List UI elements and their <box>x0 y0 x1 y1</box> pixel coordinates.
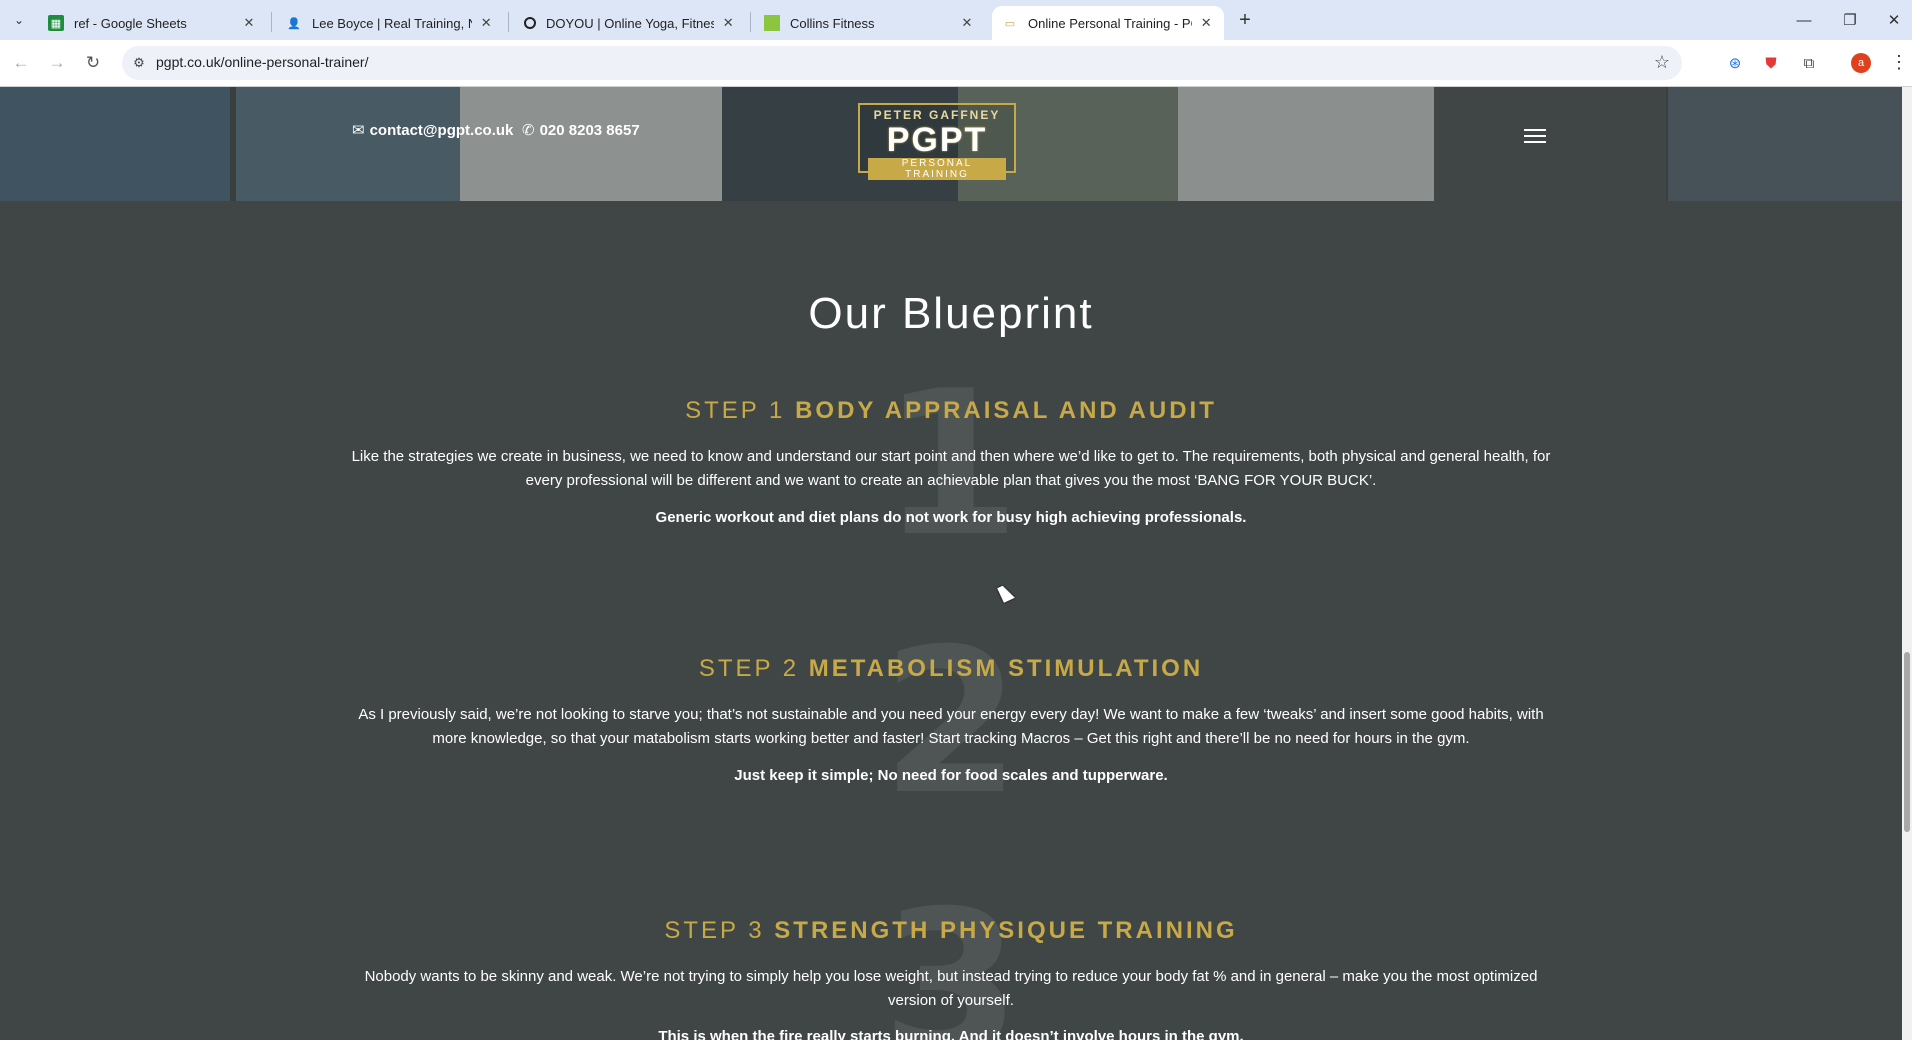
step-label: STEP 1 <box>685 397 786 424</box>
step-name: METABOLISM STIMULATION <box>808 655 1204 682</box>
site-settings-icon[interactable]: ⚙ <box>130 54 148 72</box>
logo-bottom-text: PERSONAL TRAINING <box>868 158 1006 180</box>
step-label: STEP 3 <box>664 917 765 944</box>
tab-strip: ⌄ ▦ ref - Google Sheets ✕ 👤 Lee Boyce | … <box>0 0 1912 40</box>
close-icon[interactable]: ✕ <box>720 14 736 32</box>
forward-arrow-icon[interactable]: → <box>44 50 70 76</box>
step-2-text: As I previously said, we’re not looking … <box>358 706 1544 747</box>
person-icon: 👤 <box>287 17 301 30</box>
tab-title: ref - Google Sheets <box>74 15 187 31</box>
tab-divider <box>271 12 272 32</box>
restore-icon[interactable]: ❐ <box>1828 6 1872 34</box>
step-1-text: Like the strategies we create in busines… <box>351 448 1551 489</box>
address-bar[interactable]: ⚙ pgpt.co.uk/online-personal-trainer/ ☆ <box>122 46 1682 80</box>
reload-icon[interactable]: ↻ <box>80 50 106 76</box>
url-text[interactable]: pgpt.co.uk/online-personal-trainer/ <box>156 54 368 70</box>
tab-divider <box>750 12 751 32</box>
scrollbar-thumb[interactable] <box>1904 652 1910 832</box>
minimize-icon[interactable]: — <box>1782 6 1826 34</box>
window-close-icon[interactable]: ✕ <box>1872 6 1912 34</box>
extension-globe-icon[interactable]: ⊛ <box>1724 52 1746 74</box>
tab-pgpt[interactable]: ▭ Online Personal Training - PGPT ✕ <box>992 6 1224 40</box>
step-2-bold-text: Just keep it simple; No need for food sc… <box>734 767 1168 784</box>
more-menu-icon[interactable]: ⋮ <box>1890 52 1908 73</box>
close-icon[interactable]: ✕ <box>240 14 258 32</box>
browser-toolbar: ← → ↻ ⚙ pgpt.co.uk/online-personal-train… <box>0 40 1912 87</box>
profile-avatar[interactable]: a <box>1851 53 1871 73</box>
tab-lee-boyce[interactable]: 👤 Lee Boyce | Real Training, No N ✕ <box>276 6 504 40</box>
page-content: ✉ contact@pgpt.co.uk ✆ 020 8203 8657 PET… <box>0 87 1902 1040</box>
step-1-heading: STEP 1 BODY APPRAISAL AND AUDIT <box>0 397 1902 425</box>
step-3-heading: STEP 3 STRENGTH PHYSIQUE TRAINING <box>0 917 1902 945</box>
step-3-bold-text: This is when the fire really starts burn… <box>658 1028 1244 1040</box>
step-name: STRENGTH PHYSIQUE TRAINING <box>774 917 1238 944</box>
header-email[interactable]: ✉ contact@pgpt.co.uk <box>352 121 514 140</box>
green-square-icon <box>764 15 780 31</box>
new-tab-plus-icon[interactable]: + <box>1232 8 1258 32</box>
step-3-text: Nobody wants to be skinny and weak. We’r… <box>364 968 1538 1009</box>
step-1-bold-text: Generic workout and diet plans do not wo… <box>655 509 1247 526</box>
phone-icon: ✆ <box>522 122 535 139</box>
email-text[interactable]: contact@pgpt.co.uk <box>370 122 514 139</box>
extension-shield-icon[interactable]: ⛊ <box>1760 52 1782 74</box>
tab-search-chevron-icon[interactable]: ⌄ <box>6 8 32 32</box>
extensions-puzzle-icon[interactable]: ⧉ <box>1798 52 1820 74</box>
page-scrollbar[interactable] <box>1902 87 1912 1040</box>
close-icon[interactable]: ✕ <box>958 14 976 32</box>
back-arrow-icon[interactable]: ← <box>8 50 34 76</box>
step-label: STEP 2 <box>698 655 800 682</box>
tab-title: Collins Fitness <box>790 15 875 31</box>
header-phone[interactable]: ✆ 020 8203 8657 <box>522 121 640 140</box>
page-icon: ▭ <box>1004 17 1016 30</box>
tab-divider <box>508 12 509 32</box>
step-name: BODY APPRAISAL AND AUDIT <box>795 397 1217 424</box>
tab-collins-fitness[interactable]: Collins Fitness ✕ <box>754 6 986 40</box>
google-sheets-icon: ▦ <box>48 15 64 31</box>
section-title: Our Blueprint <box>808 289 1094 338</box>
header-banner: ✉ contact@pgpt.co.uk ✆ 020 8203 8657 PET… <box>0 87 1902 201</box>
tab-title: Online Personal Training - PGPT <box>1028 15 1192 31</box>
tab-title: DOYOU | Online Yoga, Fitness, & <box>546 15 715 31</box>
tab-google-sheets[interactable]: ▦ ref - Google Sheets ✕ <box>38 6 268 40</box>
tab-title: Lee Boyce | Real Training, No N <box>312 15 472 31</box>
step-number-watermark: 3 <box>881 868 1021 1040</box>
close-icon[interactable]: ✕ <box>478 14 494 32</box>
tab-doyou[interactable]: DOYOU | Online Yoga, Fitness, & ✕ <box>514 6 746 40</box>
phone-text[interactable]: 020 8203 8657 <box>540 122 640 139</box>
logo-top-text: PETER GAFFNEY <box>873 108 1001 122</box>
pgpt-logo[interactable]: PETER GAFFNEY PGPT PERSONAL TRAINING <box>858 103 1016 180</box>
hamburger-menu-icon[interactable] <box>1524 129 1546 145</box>
step-2-heading: STEP 2 METABOLISM STIMULATION <box>0 655 1902 683</box>
bookmark-star-icon[interactable]: ☆ <box>1654 52 1670 73</box>
envelope-icon: ✉ <box>352 122 365 139</box>
logo-main-text: PGPT <box>886 121 988 159</box>
close-icon[interactable]: ✕ <box>1198 14 1214 32</box>
doyou-circle-icon <box>524 17 536 29</box>
